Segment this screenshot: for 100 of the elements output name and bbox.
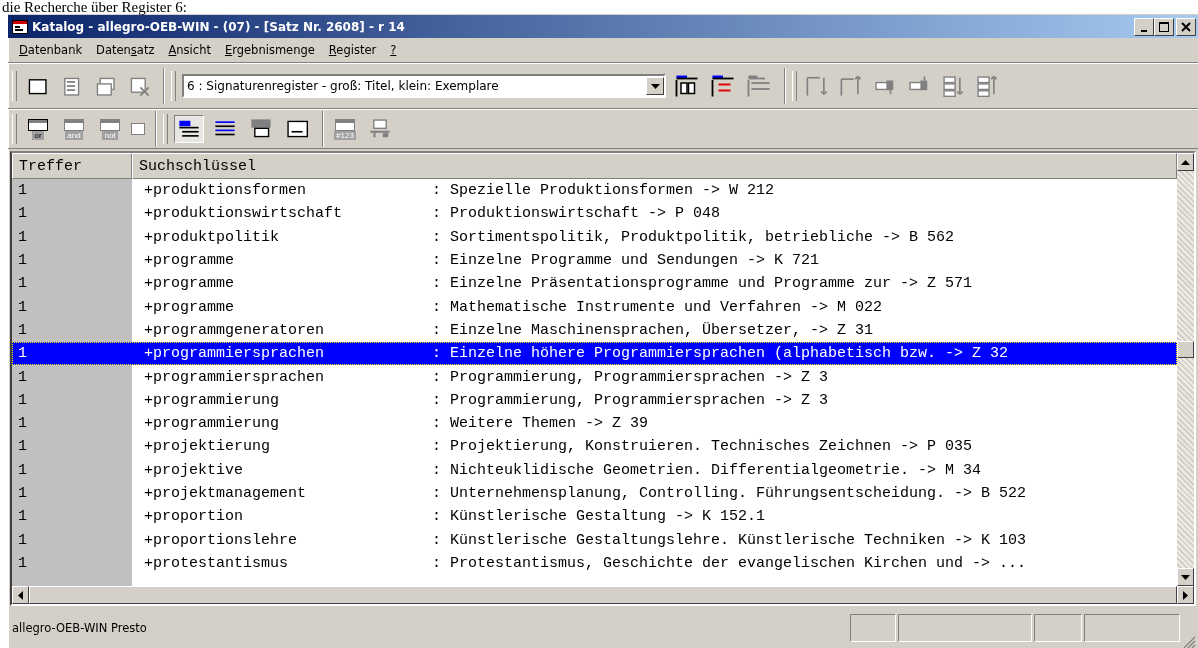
close-button[interactable] — [1176, 17, 1196, 36]
list-row[interactable]: 1 +programmgeneratoren : Einzelne Maschinensprachen, Übersetzer, -> Z 31 — [12, 318, 1177, 343]
list-row[interactable]: 1 +programmiersprachen : Programmierung, Programmiersprachen -> Z 3 — [12, 365, 1177, 389]
list-view-button[interactable] — [174, 115, 204, 143]
status-text: allegro-OEB-WIN Presto — [12, 620, 148, 635]
search-key: +projektive — [132, 461, 432, 479]
key-description: : Projektierung, Konstruieren. Technisches Zeichnen -> P 035 — [432, 438, 973, 456]
search-key: +produktionswirtschaft — [132, 205, 432, 223]
list-row[interactable]: 1 +programme : Einzelne Programme und Sendungen -> K 721 — [12, 248, 1177, 273]
list-row[interactable]: 1 +proportion : Künstlerische Gestaltung -> K 152.1 — [12, 505, 1177, 529]
selected-row[interactable]: 1 +programmiersprachen : Einzelne höhere Programmiersprachen (alphabetisch bzw. -> Z 32 — [12, 342, 1177, 366]
hit-count: 1 — [12, 248, 132, 273]
key-description: : Künstlerische Gestaltung -> K 152.1 — [432, 508, 766, 526]
vertical-scrollbar[interactable] — [1177, 153, 1194, 586]
hit-count: 1 — [12, 458, 132, 482]
key-description: : Weitere Themen -> Z 39 — [432, 415, 649, 433]
dropdown-arrow-icon — [650, 83, 660, 89]
scroll-thumb[interactable] — [1177, 341, 1194, 358]
key-description: : Einzelne höhere Programmiersprachen (alphabetisch bzw. -> Z 32 — [432, 345, 1009, 363]
list-row[interactable]: 1 +programme : Mathematische Instrumente und Verfahren -> M 022 — [12, 295, 1177, 319]
search-key: +produktpolitik — [132, 228, 432, 246]
horizontal-scrollbar[interactable] — [12, 586, 1194, 604]
list-row[interactable]: 1 +programmierung : Weitere Themen -> Z 39 — [12, 411, 1177, 436]
scroll-up-icon — [1181, 159, 1190, 165]
menu-item[interactable]: Ansicht — [161, 41, 218, 59]
hit-count: 1 — [12, 528, 132, 552]
hit-count: 1 — [12, 388, 132, 412]
hit-count: 1 — [12, 411, 132, 436]
search-key: +programme — [132, 275, 432, 293]
menu-item[interactable]: ? — [383, 41, 404, 59]
search-key: +programmierung — [132, 415, 432, 433]
search-key: +programmierung — [132, 391, 432, 409]
close-icon — [1181, 21, 1191, 32]
menu-item[interactable]: Register — [321, 41, 384, 59]
menu-item[interactable]: Datenbank — [12, 41, 90, 59]
scroll-left-icon — [18, 590, 23, 600]
stacked-pages-icon — [94, 75, 116, 97]
list-view-icon — [177, 118, 201, 140]
hit-count: 1 — [12, 202, 132, 226]
stack-up-arrow-icon — [976, 75, 998, 97]
search-key: +programme — [132, 298, 432, 316]
key-description: : Mathematische Instrumente und Verfahren -> M 022 — [432, 298, 883, 316]
hit-count: 1 — [12, 505, 132, 529]
key-description: : Sortimentspolitik, Produktpolitik, betriebliche -> B 562 — [432, 228, 955, 246]
document-text: die Recherche über Register 6: — [1, 0, 188, 14]
key-description: : Spezielle Produktionsformen -> W 212 — [432, 182, 775, 200]
list-row[interactable]: 1 +proportionslehre : Künstlerische Gestaltungslehre. Künstlerische Techniken -> K 103 — [12, 528, 1177, 552]
search-key: +programmgeneratoren — [132, 321, 432, 339]
list-row[interactable]: 1 +programmierung : Programmierung, Programmiersprachen -> Z 3 — [12, 388, 1177, 412]
hit-count: 1 — [12, 272, 132, 296]
key-description: : Künstlerische Gestaltungslehre. Künstlerische Techniken -> K 103 — [432, 531, 1027, 549]
list-row[interactable]: 1 +produktionsformen : Spezielle Produktionsformen -> W 212 — [12, 179, 1177, 203]
column-header[interactable]: Suchschlüssel — [132, 153, 1177, 179]
search-key: +proportionslehre — [132, 531, 432, 549]
list-row[interactable]: 1 +produktionswirtschaft : Produktionswirtschaft -> P 048 — [12, 202, 1177, 226]
list-up-arrow-icon — [840, 75, 862, 97]
app-icon — [12, 19, 28, 34]
hit-count: 1 — [12, 481, 132, 506]
scroll-right-icon — [1183, 590, 1188, 600]
status-panel — [1034, 613, 1082, 642]
hit-count: 1 — [12, 365, 132, 389]
search-key: +programmiersprachen — [132, 368, 432, 386]
register-dropdown[interactable]: 6 : Signaturenregister - groß: Titel, klein: Exemplare — [182, 74, 666, 98]
status-panel — [850, 613, 896, 642]
search-key: +programmiersprachen — [132, 345, 432, 363]
window-list-icon — [249, 118, 273, 140]
list-down-arrow-icon — [806, 75, 828, 97]
minimize-icon — [1141, 29, 1147, 32]
key-description: : Einzelne Präsentationsprogramme und Programme zur -> Z 571 — [432, 275, 973, 293]
small-window-icon — [131, 123, 145, 135]
key-description: : Programmierung, Programmiersprachen -> Z 3 — [432, 368, 829, 386]
key-description: : Produktionswirtschaft -> P 048 — [432, 205, 721, 223]
key-description: : Protestantismus, Geschichte der evangelischen Kirchen und -> ... — [432, 554, 1027, 572]
list-row[interactable]: 1 +projektive : Nichteuklidische Geometrien. Differentialgeometrie. -> M 34 — [12, 458, 1177, 482]
column-header[interactable]: Treffer — [12, 153, 132, 179]
hit-count: 1 — [12, 179, 132, 203]
maximize-button[interactable] — [1154, 17, 1174, 36]
menu-item[interactable]: Ergebnismenge — [217, 41, 322, 59]
search-key: +proportion — [132, 508, 432, 526]
key-description: : Einzelne Maschinensprachen, Übersetzer, -> Z 31 — [432, 321, 874, 339]
resize-grip-icon — [1182, 635, 1196, 648]
list-row[interactable]: 1 +projektmanagement : Unternehmensplanung, Controlling. Führungsentscheidung. -> B 522 — [12, 481, 1177, 506]
menu-item[interactable]: Datensatz — [89, 41, 162, 59]
list-row[interactable]: 1 +projektierung : Projektierung, Konstruieren. Technisches Zeichnen -> P 035 — [12, 435, 1177, 459]
hit-count: 1 — [12, 295, 132, 319]
page-delete-icon — [128, 75, 150, 97]
search-key: +projektmanagement — [132, 485, 432, 502]
list-row[interactable]: 1 +protestantismus : Protestantismus, Geschichte der evangelischen Kirchen und -> ... — [12, 551, 1177, 576]
search-key: +projektierung — [132, 438, 432, 456]
list-row[interactable]: 1 +produktpolitik : Sortimentspolitik, Produktpolitik, betriebliche -> B 562 — [12, 225, 1177, 249]
list-row[interactable]: 1 +programme : Einzelne Präsentationsprogramme und Programme zur -> Z 571 — [12, 272, 1177, 296]
search-key: +programme — [132, 252, 432, 270]
minimize-button[interactable] — [1134, 17, 1154, 36]
logic-operator-button[interactable]: or — [23, 114, 53, 144]
maximize-icon — [1159, 21, 1169, 32]
key-description: : Unternehmensplanung, Controlling. Führungsentscheidung. -> B 522 — [432, 485, 1027, 502]
hit-count: 1 — [12, 225, 132, 249]
key-description: : Nichteuklidische Geometrien. Differentialgeometrie. -> M 34 — [432, 461, 982, 479]
hit-count: 1 — [12, 318, 132, 343]
search-key: +protestantismus — [132, 554, 432, 572]
